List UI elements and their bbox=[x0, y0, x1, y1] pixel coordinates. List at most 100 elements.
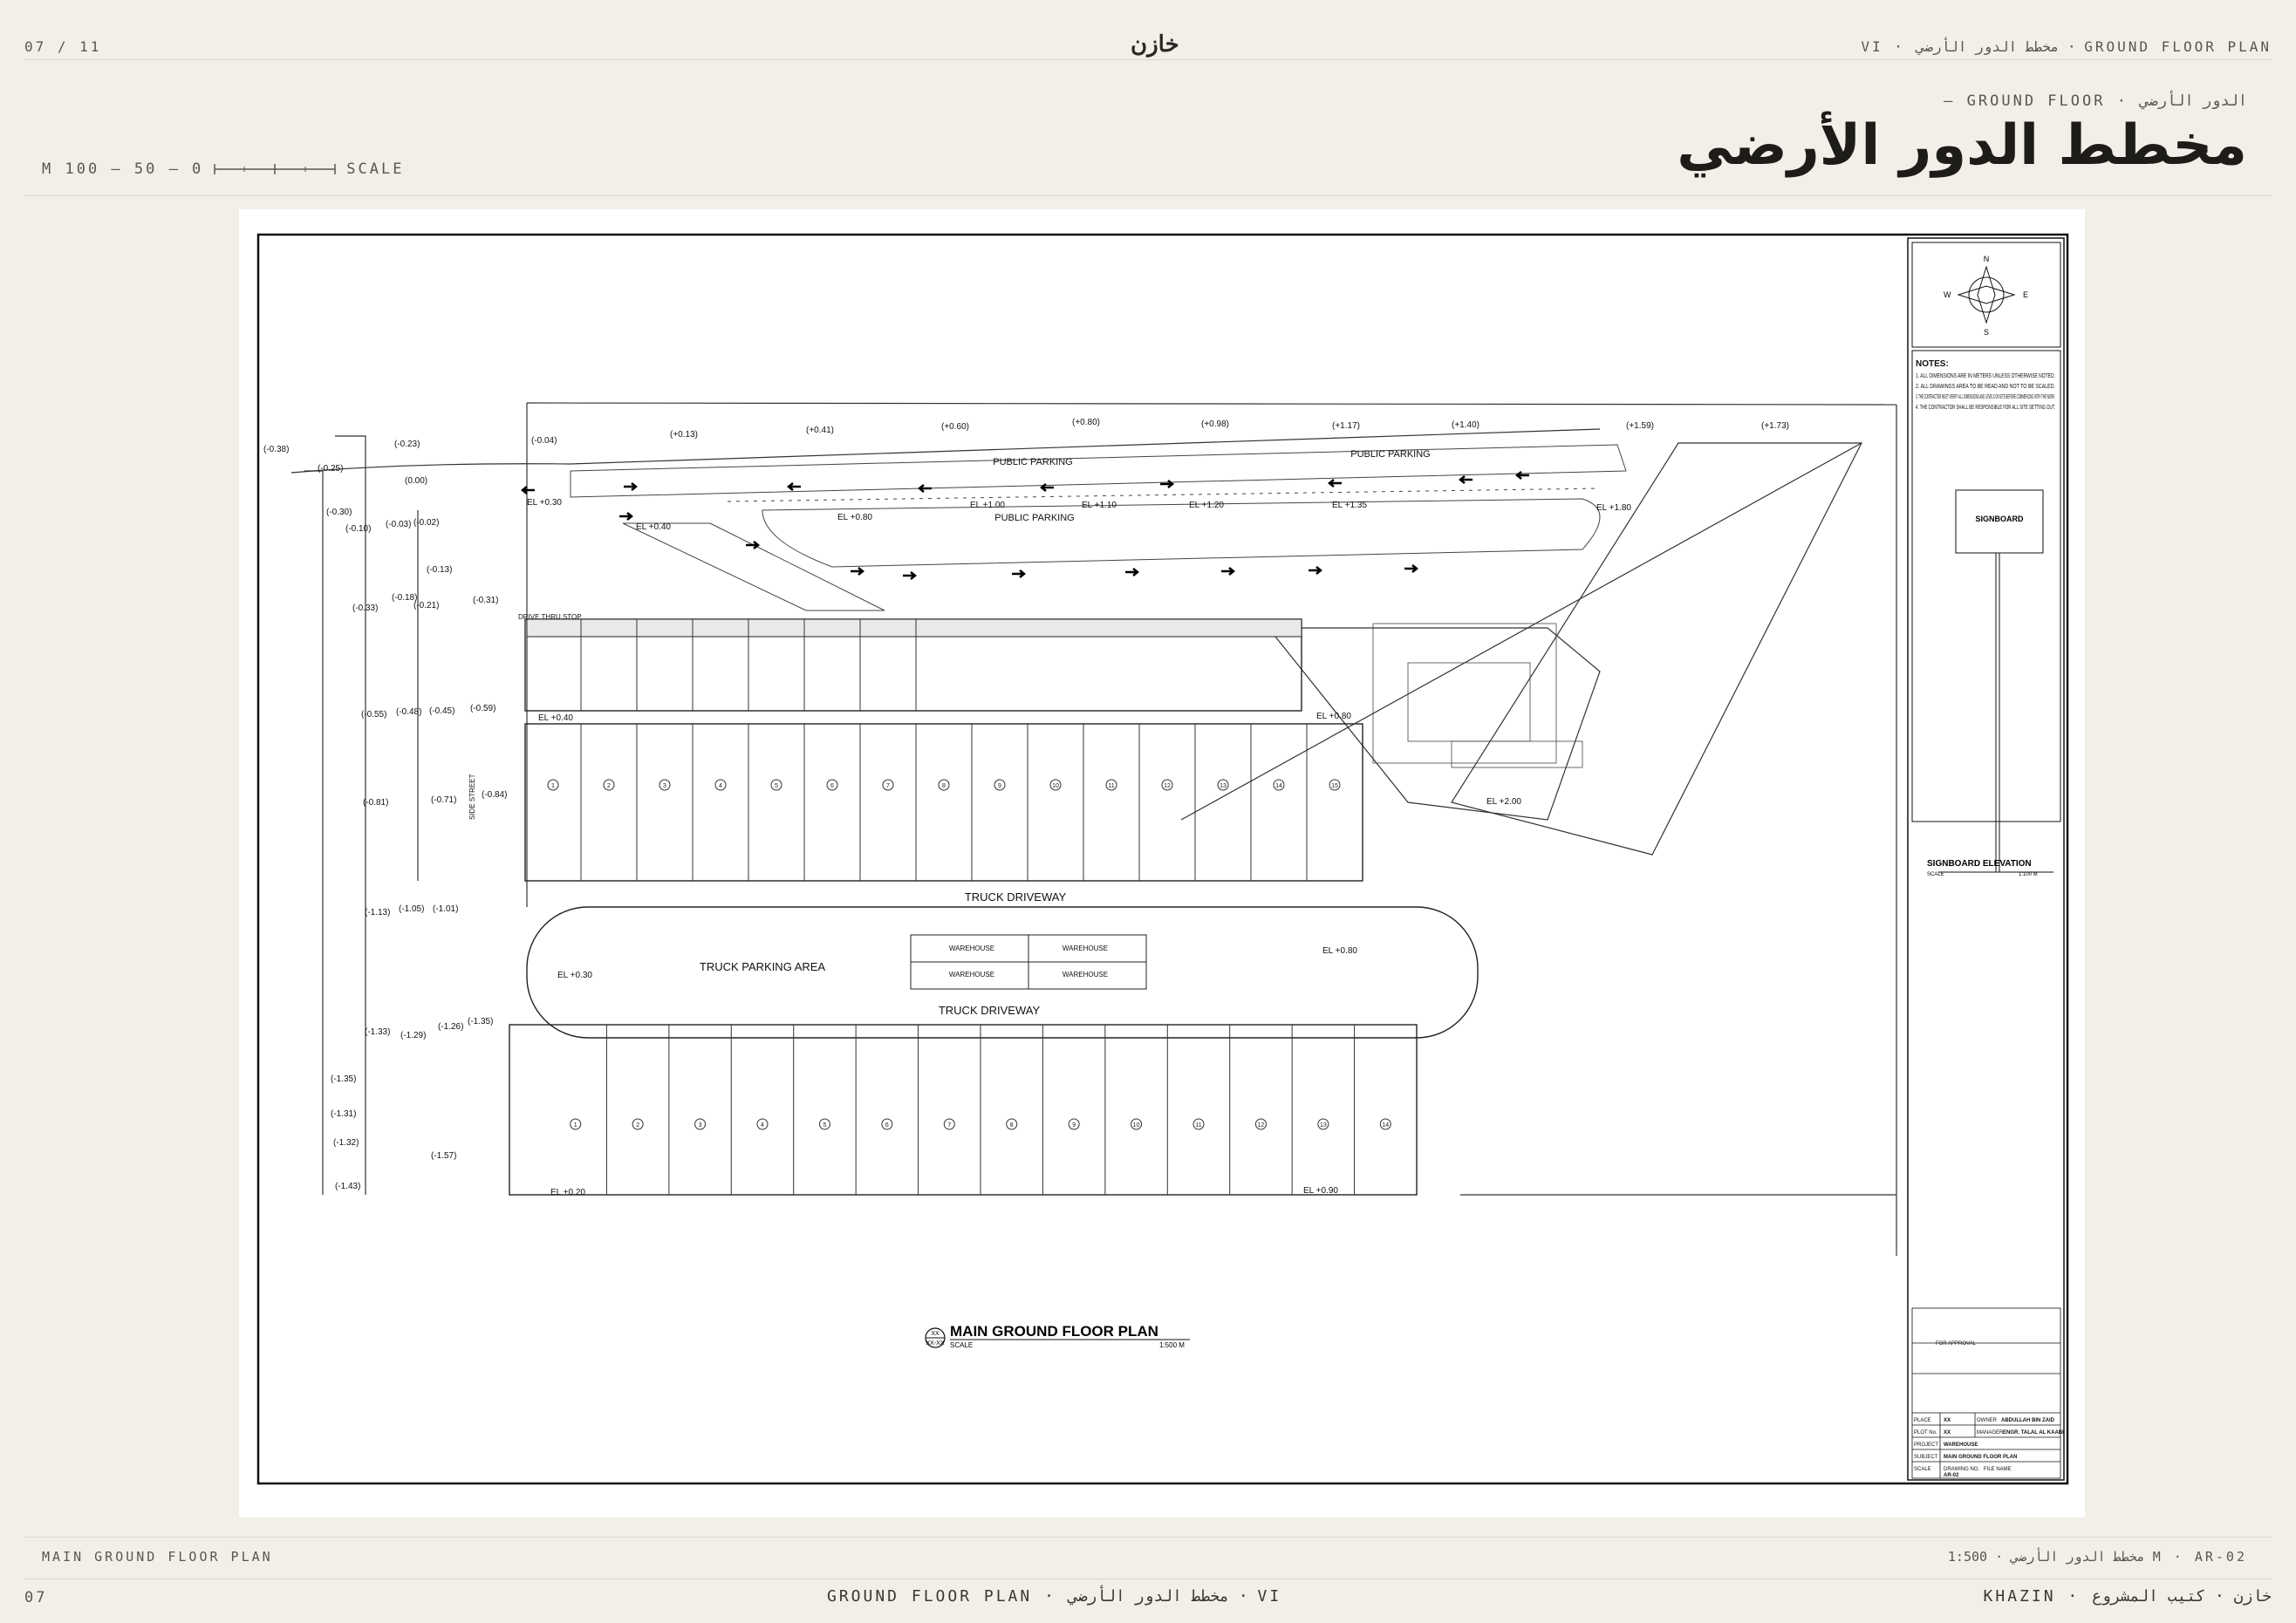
plan-scale-value: 1:500 M bbox=[1159, 1341, 1185, 1349]
level-top: (+0.13) bbox=[670, 430, 698, 440]
warehouse-label-4: WAREHOUSE bbox=[1063, 971, 1108, 979]
traffic-arrow bbox=[917, 484, 932, 493]
section-eyebrow: — GROUND FLOOR · الدور الأرضي bbox=[1944, 92, 2247, 110]
plan-tag-bottom: XX-XX bbox=[926, 1340, 944, 1347]
level-left: (-0.45) bbox=[429, 706, 454, 716]
unit-row2-number: 5 bbox=[823, 1122, 826, 1129]
level-left: (-1.32) bbox=[333, 1138, 359, 1148]
level-left: (-0.81) bbox=[363, 798, 388, 808]
level-left: (-1.26) bbox=[438, 1022, 463, 1032]
level-left: (-0.10) bbox=[345, 524, 371, 534]
footer-brand: KHAZIN · خازن · كتيب المشروع bbox=[1983, 1587, 2272, 1606]
unit-row2-number: 4 bbox=[761, 1122, 764, 1129]
plot-label: PLOT No. bbox=[1914, 1430, 1937, 1435]
level-left: (-0.21) bbox=[413, 601, 439, 610]
level-left: (-0.71) bbox=[431, 795, 456, 805]
elevation-label: EL +0.30 bbox=[557, 971, 592, 980]
warehouse-label-1: WAREHOUSE bbox=[949, 944, 994, 952]
scale-bar-graphic bbox=[214, 164, 337, 174]
unit-row2-number: 6 bbox=[885, 1122, 889, 1129]
elevation-label: EL +1.80 bbox=[1596, 503, 1631, 513]
elevation-label: EL +1.10 bbox=[1082, 501, 1117, 510]
level-top: (-0.04) bbox=[531, 436, 557, 446]
unit-row1-number: 3 bbox=[663, 783, 666, 789]
logo: خازن bbox=[1131, 31, 1179, 58]
elevation-label: EL +0.30 bbox=[527, 498, 562, 508]
for-approval-label: FOR APPROVAL bbox=[1936, 1341, 1977, 1347]
unit-row2-number: 11 bbox=[1195, 1122, 1201, 1129]
unit-row1-number: 4 bbox=[719, 783, 722, 789]
header-section-label: VI · مخطط الدور الأرضي · GROUND FLOOR PL… bbox=[1861, 38, 2272, 55]
unit-row2-number: 10 bbox=[1133, 1122, 1140, 1129]
elevation-label: EL +1.00 bbox=[970, 501, 1005, 510]
drive-thru-label: DRIVE THRU STOP bbox=[518, 613, 582, 621]
level-left: (-0.59) bbox=[470, 704, 495, 713]
level-left: (-0.48) bbox=[396, 707, 421, 717]
compass-n: N bbox=[1984, 255, 1990, 263]
unit-row1-number: 1 bbox=[551, 783, 555, 789]
scale-bar-label: SCALE bbox=[346, 160, 405, 178]
traffic-arrow bbox=[1125, 568, 1140, 576]
elevation-label: EL +0.40 bbox=[538, 713, 573, 723]
level-left: (-0.02) bbox=[413, 518, 439, 528]
truck-driveway-label-2: TRUCK DRIVEWAY bbox=[939, 1004, 1041, 1017]
truck-parking-label: TRUCK PARKING AREA bbox=[700, 960, 826, 973]
elevation-label: EL +0.90 bbox=[1303, 1186, 1338, 1196]
note-1: 1. ALL DIMENSIONS ARE IN METERS UNLESS O… bbox=[1916, 373, 2055, 379]
manager-label: MANAGER bbox=[1977, 1430, 2004, 1435]
file-name-label: FILE NAME bbox=[1984, 1467, 2012, 1472]
elevation-label: EL +0.40 bbox=[636, 522, 671, 532]
level-left: (-1.31) bbox=[331, 1109, 356, 1119]
unit-row1-number: 7 bbox=[886, 783, 890, 789]
compass-w: W bbox=[1944, 290, 1951, 299]
elevation-label: EL +1.35 bbox=[1332, 501, 1367, 510]
place-value: XX bbox=[1944, 1418, 1951, 1423]
traffic-arrow bbox=[619, 512, 634, 521]
traffic-arrow bbox=[624, 482, 639, 491]
unit-row2-number: 1 bbox=[574, 1122, 577, 1129]
compass-s: S bbox=[1984, 328, 1989, 337]
level-top: (+0.60) bbox=[941, 422, 969, 432]
level-left: (-1.35) bbox=[331, 1074, 356, 1084]
scale-bar: M 100 — 50 — 0 SCALE bbox=[42, 160, 404, 178]
plan-scale-label: SCALE bbox=[950, 1341, 973, 1349]
side-street-label: SIDE STREET bbox=[468, 774, 476, 820]
unit-row1-number: 13 bbox=[1220, 783, 1227, 789]
unit-row1-number: 9 bbox=[998, 783, 1001, 789]
level-top: (+1.73) bbox=[1761, 421, 1789, 431]
level-left: (-1.33) bbox=[365, 1027, 390, 1037]
notes-title: NOTES: bbox=[1916, 359, 1949, 369]
signboard-label: SIGNBOARD bbox=[1975, 515, 2024, 523]
unit-row2-number: 13 bbox=[1320, 1122, 1327, 1129]
note-3: 3. THE CONTRACTOR MUST VERIFY ALL DIMENS… bbox=[1916, 394, 2055, 400]
plot-value: XX bbox=[1944, 1430, 1951, 1435]
truck-driveway-label-1: TRUCK DRIVEWAY bbox=[965, 890, 1067, 904]
traffic-arrow bbox=[1327, 479, 1342, 488]
compass-icon: N S E W bbox=[1911, 242, 2061, 348]
level-left: (-1.05) bbox=[399, 904, 424, 914]
level-top: (+1.40) bbox=[1452, 420, 1479, 430]
elevation-label: EL +0.20 bbox=[550, 1188, 585, 1197]
drawing-no-value: AR-02 bbox=[1944, 1473, 1959, 1478]
footer-section: GROUND FLOOR PLAN · مخطط الدور الأرضي · … bbox=[827, 1587, 1282, 1606]
ground-floor-plan-drawing: 1 2 3 4 5 6 7 8 9 10 11 12 13 14 151 2 3 4 5 6 7 8 9 10 11 12 13 14… bbox=[256, 233, 2069, 1485]
level-top: (+1.59) bbox=[1626, 421, 1654, 431]
traffic-arrow bbox=[851, 567, 865, 576]
level-left: (-1.01) bbox=[433, 904, 458, 914]
level-left: (0.00) bbox=[405, 476, 427, 486]
traffic-arrow bbox=[903, 571, 918, 580]
caption-right: مخطط الدور الأرضي · 1:500 M · AR-02 bbox=[1947, 1549, 2247, 1565]
signboard-scale-value: 1:100 M bbox=[2019, 872, 2038, 877]
level-left: (-0.13) bbox=[427, 565, 452, 575]
traffic-arrow bbox=[1514, 471, 1529, 480]
level-left: (-1.29) bbox=[400, 1031, 426, 1040]
level-left: (-1.13) bbox=[365, 908, 390, 917]
project-value: WAREHOUSE bbox=[1944, 1442, 1978, 1448]
unit-row1-number: 6 bbox=[830, 783, 834, 789]
plan-title: MAIN GROUND FLOOR PLAN bbox=[950, 1323, 1158, 1340]
level-left: (-0.31) bbox=[473, 596, 498, 605]
unit-row2-number: 7 bbox=[947, 1122, 951, 1129]
level-left: (-0.84) bbox=[482, 790, 507, 800]
level-left: (-1.43) bbox=[335, 1182, 360, 1191]
traffic-arrow bbox=[1309, 566, 1323, 575]
